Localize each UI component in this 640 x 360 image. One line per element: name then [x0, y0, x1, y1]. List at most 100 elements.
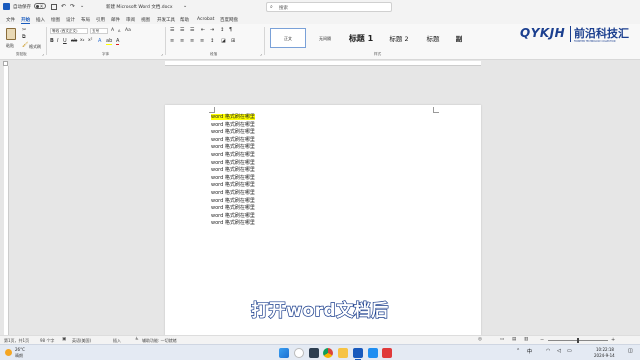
weather-temp[interactable]: 26°C — [15, 347, 25, 352]
word-taskbar-icon[interactable] — [353, 348, 363, 358]
decrease-indent-icon[interactable]: ⇤ — [201, 27, 205, 33]
style-heading-1[interactable]: 标题 1 — [343, 28, 379, 48]
document-line[interactable]: word 格式刷在哪里 — [211, 182, 255, 189]
search-box[interactable]: ⌕ 搜索 — [266, 2, 392, 12]
zoom-slider[interactable] — [548, 338, 608, 343]
paragraph-launcher-icon[interactable]: ⌟ — [260, 51, 262, 56]
format-painter-icon[interactable]: 🖌 — [22, 42, 28, 48]
bold-icon[interactable]: B — [50, 38, 54, 44]
document-line[interactable]: word 格式刷在哪里 — [211, 205, 255, 212]
menu-tab-8[interactable]: 审阅 — [126, 17, 135, 23]
clock-time[interactable]: 10:22:18 — [596, 347, 614, 352]
paste-icon[interactable] — [6, 28, 16, 40]
web-layout-icon[interactable]: ▥ — [524, 337, 528, 342]
app-blue-icon[interactable] — [368, 348, 378, 358]
wifi-icon[interactable]: ◠ — [546, 348, 550, 354]
menu-tab-11[interactable]: 帮助 — [180, 17, 189, 23]
font-name-select[interactable]: 等线 (西文正文) — [50, 28, 88, 34]
document-line[interactable]: word 格式刷在哪里 — [211, 190, 255, 197]
text-effects-icon[interactable]: A — [98, 38, 101, 44]
taskbar-search-icon[interactable] — [294, 348, 304, 358]
ime-icon[interactable]: 中 — [527, 348, 532, 355]
read-mode-icon[interactable]: ▭ — [500, 337, 504, 342]
print-layout-icon[interactable]: ▤ — [512, 337, 516, 342]
superscript-icon[interactable]: x² — [88, 38, 92, 43]
shrink-font-icon[interactable]: A — [118, 29, 120, 33]
justify-icon[interactable]: ≡ — [200, 38, 204, 44]
clipboard-launcher-icon[interactable]: ⌟ — [42, 51, 44, 56]
show-marks-icon[interactable]: ¶ — [229, 27, 232, 33]
clock-date[interactable]: 2024-9-14 — [594, 353, 615, 358]
document-line[interactable]: word 格式刷在哪里 — [211, 122, 255, 129]
style-subtitle[interactable]: 副 — [450, 28, 468, 48]
menu-tab-9[interactable]: 视图 — [141, 17, 150, 23]
style-normal[interactable]: 正文 — [270, 28, 306, 48]
underline-icon[interactable]: U — [63, 38, 67, 44]
menu-tab-1[interactable]: 开始 — [21, 17, 30, 24]
bullets-icon[interactable]: ☰ — [170, 27, 174, 33]
quick-access-chevron-icon[interactable]: ⌄ — [80, 3, 84, 9]
shading-icon[interactable]: ◪ — [221, 38, 226, 44]
document-line[interactable]: word 格式刷在哪里 — [211, 152, 255, 159]
line-spacing-icon[interactable]: ↕ — [210, 38, 214, 44]
zoom-slider-thumb[interactable] — [577, 338, 579, 343]
align-right-icon[interactable]: ≡ — [190, 38, 194, 44]
menu-tab-13[interactable]: 百度网盘 — [220, 17, 238, 23]
copy-icon[interactable]: ⧉ — [22, 34, 26, 40]
menu-tab-3[interactable]: 绘图 — [51, 17, 60, 23]
multilevel-list-icon[interactable]: ☰ — [190, 27, 194, 33]
align-left-icon[interactable]: ≡ — [170, 38, 174, 44]
task-view-icon[interactable] — [309, 348, 319, 358]
style-heading-2[interactable]: 标题 2 — [381, 28, 417, 48]
align-center-icon[interactable]: ≡ — [180, 38, 184, 44]
save-icon[interactable] — [51, 4, 57, 10]
menu-tab-7[interactable]: 邮件 — [111, 17, 120, 23]
battery-icon[interactable]: ▭ — [567, 348, 572, 354]
title-dropdown-icon[interactable]: ⌄ — [183, 3, 187, 9]
document-line[interactable]: word 格式刷在哪里 — [211, 137, 255, 144]
menu-tab-6[interactable]: 引用 — [96, 17, 105, 23]
chrome-icon[interactable] — [323, 348, 333, 358]
document-line[interactable]: word 格式刷在哪里 — [211, 144, 255, 151]
weather-sun-icon[interactable] — [5, 349, 12, 356]
document-line[interactable]: word 格式刷在哪里 — [211, 114, 255, 121]
format-painter-label[interactable]: 格式刷 — [29, 44, 41, 50]
vertical-ruler[interactable] — [4, 66, 9, 335]
focus-mode-icon[interactable]: ◎ — [478, 337, 482, 342]
undo-icon[interactable]: ↶ — [61, 3, 66, 10]
font-color-icon[interactable]: A — [116, 38, 120, 45]
grow-font-icon[interactable]: A — [111, 28, 114, 33]
redo-icon[interactable]: ↷ — [70, 3, 75, 10]
document-line[interactable]: word 格式刷在哪里 — [211, 167, 255, 174]
weather-text[interactable]: 晴朗 — [15, 353, 23, 359]
change-case-icon[interactable]: Aa — [125, 28, 131, 33]
accessibility-icon[interactable]: ♿ — [135, 337, 139, 342]
font-launcher-icon[interactable]: ⌟ — [161, 51, 163, 56]
document-line[interactable]: word 格式刷在哪里 — [211, 129, 255, 136]
menu-tab-10[interactable]: 开发工具 — [157, 17, 175, 23]
strikethrough-icon[interactable]: ab — [71, 38, 77, 44]
highlight-color-icon[interactable]: ab — [106, 38, 113, 45]
app-red-icon[interactable] — [382, 348, 392, 358]
style-title[interactable]: 标题 — [418, 28, 448, 48]
document-line[interactable]: word 格式刷在哪里 — [211, 213, 255, 220]
notification-icon[interactable]: ◫ — [628, 348, 633, 354]
document-line[interactable]: word 格式刷在哪里 — [211, 198, 255, 205]
increase-indent-icon[interactable]: ⇥ — [210, 27, 214, 33]
file-explorer-icon[interactable] — [338, 348, 348, 358]
paste-label[interactable]: 粘贴 — [6, 43, 14, 49]
font-size-select[interactable]: 五号 — [90, 28, 108, 34]
proofing-icon[interactable]: ▣ — [62, 337, 66, 342]
tray-chevron-icon[interactable]: ⌃ — [516, 348, 520, 354]
menu-tab-4[interactable]: 设计 — [66, 17, 75, 23]
menu-tab-0[interactable]: 文件 — [6, 17, 15, 23]
start-windows-icon[interactable] — [279, 348, 289, 358]
style-no-spacing[interactable]: 无间隔 — [308, 28, 342, 48]
italic-icon[interactable]: I — [57, 38, 58, 44]
zoom-out-icon[interactable]: − — [540, 337, 544, 343]
document-line[interactable]: word 格式刷在哪里 — [211, 220, 255, 227]
volume-icon[interactable]: ◁ — [557, 348, 561, 354]
zoom-in-icon[interactable]: + — [611, 337, 615, 343]
borders-icon[interactable]: ⊞ — [231, 38, 235, 44]
ruler-toggle-icon[interactable] — [3, 61, 8, 66]
